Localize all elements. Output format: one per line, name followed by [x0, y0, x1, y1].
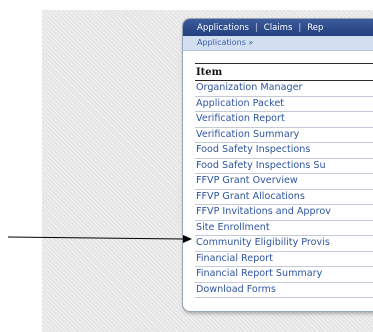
nav-separator: |	[298, 22, 302, 33]
top-navigation: Applications | Claims | Rep	[183, 19, 373, 36]
item-download-forms[interactable]: Download Forms	[195, 283, 373, 298]
item-site-enrollment[interactable]: Site Enrollment	[195, 221, 373, 236]
breadcrumb[interactable]: Applications »	[183, 36, 373, 51]
item-column-header: Item	[195, 66, 373, 81]
item-verification-summary[interactable]: Verification Summary	[195, 128, 373, 143]
item-table: Item Organization Manager Application Pa…	[195, 63, 373, 298]
item-ffvp-invitations-approvals[interactable]: FFVP Invitations and Approv	[195, 205, 373, 221]
item-ffvp-grant-overview[interactable]: FFVP Grant Overview	[195, 174, 373, 190]
item-food-safety-inspections[interactable]: Food Safety Inspections	[195, 143, 373, 159]
item-financial-report-summary[interactable]: Financial Report Summary	[195, 267, 373, 283]
item-food-safety-inspections-summary[interactable]: Food Safety Inspections Su	[195, 159, 373, 174]
nav-tab-reports[interactable]: Rep	[307, 23, 323, 33]
nav-tab-applications[interactable]: Applications	[197, 23, 249, 33]
item-application-packet[interactable]: Application Packet	[195, 97, 373, 112]
nav-separator: |	[254, 22, 258, 33]
nav-tab-claims[interactable]: Claims	[264, 23, 293, 33]
item-community-eligibility-provision[interactable]: Community Eligibility Provis	[195, 236, 373, 252]
item-financial-report[interactable]: Financial Report	[195, 252, 373, 267]
item-organization-manager[interactable]: Organization Manager	[195, 81, 373, 97]
item-verification-report[interactable]: Verification Report	[195, 112, 373, 128]
applications-panel: Applications | Claims | Rep Applications…	[182, 18, 373, 312]
item-ffvp-grant-allocations[interactable]: FFVP Grant Allocations	[195, 190, 373, 205]
